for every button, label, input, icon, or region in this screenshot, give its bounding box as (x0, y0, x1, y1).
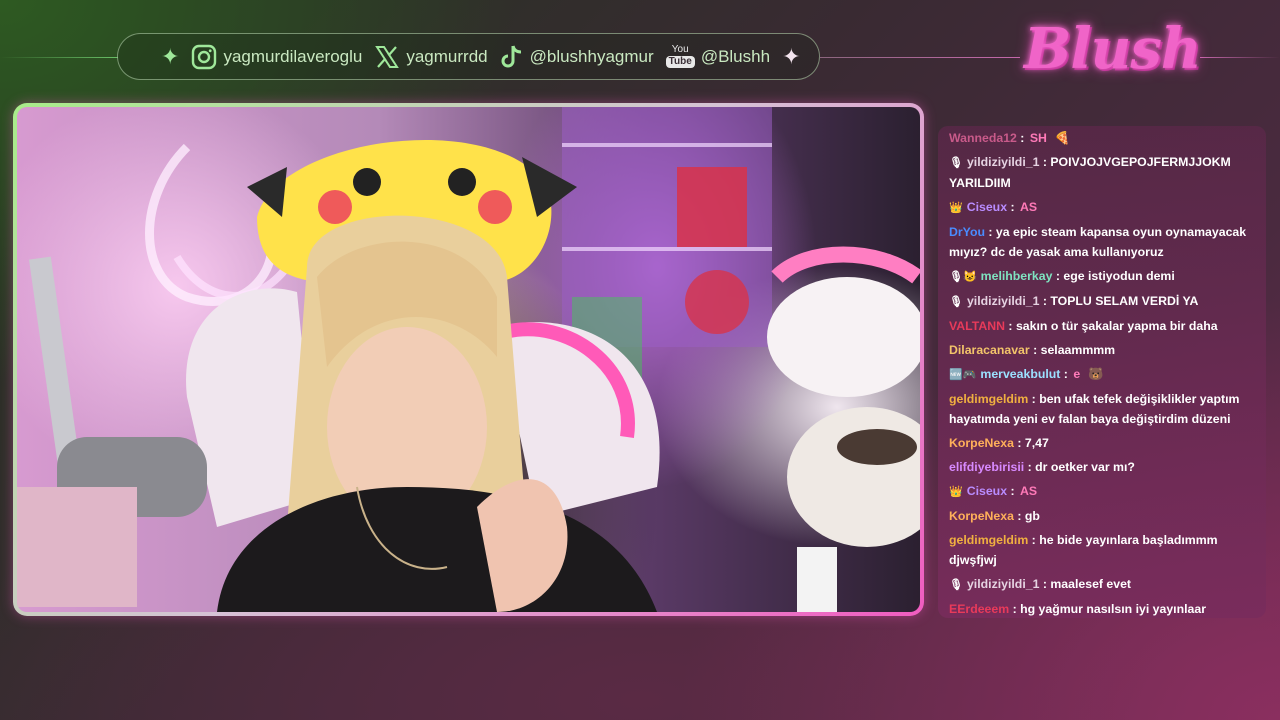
decorative-line-left (0, 57, 118, 58)
chat-separator: : (1013, 509, 1025, 523)
chat-text: gb (1024, 509, 1040, 523)
chat-username[interactable]: Dilaracanavar (949, 343, 1030, 357)
chat-text: 7,47 (1024, 436, 1049, 450)
chat-badge-icon: 🎙 (949, 579, 963, 591)
chat-badge-icon: 🎙😺 (949, 271, 977, 283)
webcam-scene-illustration (17, 107, 920, 612)
youtube-handle: @Blushh (700, 46, 771, 66)
sparkle-icon: ✦ (161, 43, 180, 69)
chat-text: TOPLU SELAM VERDİ YA (1050, 294, 1199, 308)
chat-message: 🎙 yildiziyildi_1 : TOPLU SELAM VERDİ YA (949, 291, 1254, 312)
chat-username[interactable]: Ciseux (967, 484, 1007, 498)
chat-message: geldimgeldim : ben ufak tefek değişiklik… (949, 389, 1254, 429)
chat-username[interactable]: yildiziyildi_1 (967, 155, 1039, 169)
chat-emote-icon: 🍕 (1054, 131, 1071, 145)
chat-text: hg yağmur nasılsın iyi yayınlaar (1020, 602, 1206, 616)
chat-separator: : (984, 225, 996, 239)
chat-separator: : (1052, 269, 1064, 283)
chat-username[interactable]: VALTANN (949, 319, 1005, 333)
chat-username[interactable]: EErdeeem (949, 602, 1009, 616)
chat-emote-icon: e (1073, 367, 1081, 381)
decorative-line-middle (820, 57, 1020, 58)
chat-panel: Wanneda12 : SH 🍕 🎙 yildiziyildi_1 : POIVJOJ… (938, 126, 1266, 618)
chat-separator: : (1024, 460, 1036, 474)
chat-emote-icon: SH (1029, 131, 1047, 145)
social-x[interactable]: yagmurrdd (374, 44, 488, 70)
chat-message: 🎙 yildiziyildi_1 : POIVJOJVGEPOJFERMJJOKM… (949, 152, 1254, 193)
chat-emote-icon: AS (1019, 200, 1038, 214)
chat-separator: : (1005, 319, 1016, 333)
social-youtube[interactable]: You Tube @Blushh (665, 44, 771, 68)
chat-badge-icon: 🎙 (949, 157, 963, 169)
chat-username[interactable]: DrYou (949, 225, 985, 239)
chat-separator: : (1007, 484, 1018, 498)
x-handle: yagmurrdd (406, 46, 488, 66)
x-logo-icon (375, 45, 400, 68)
chat-message: Dilaracanavar : selaammmm (949, 340, 1254, 360)
chat-message: 🎙😺 melihberkay : ege istiyodun demi (949, 266, 1254, 287)
decorative-line-right (1200, 57, 1280, 58)
chat-username[interactable]: KorpeNexa (949, 436, 1014, 450)
chat-text: dr oetker var mı? (1035, 460, 1135, 474)
chat-message: elifdiyebirisii : dr oetker var mı? (949, 457, 1254, 477)
chat-message: 👑 Ciseux : AS (949, 481, 1254, 502)
chat-message: geldimgeldim : he bide yayınlara başladı… (949, 530, 1254, 570)
chat-text: selaammmm (1040, 343, 1116, 357)
webcam-frame (13, 103, 924, 616)
chat-username[interactable]: yildiziyildi_1 (967, 577, 1039, 591)
chat-username[interactable]: KorpeNexa (949, 509, 1014, 523)
channel-logo: Blush (1024, 16, 1202, 82)
chat-username[interactable]: yildiziyildi_1 (967, 294, 1039, 308)
chat-separator: : (1013, 436, 1025, 450)
chat-username[interactable]: geldimgeldim (949, 533, 1028, 547)
instagram-handle: yagmurdilaveroglu (223, 46, 363, 66)
chat-message: Wanneda12 : SH 🍕 (949, 128, 1254, 148)
sparkle-icon: ✦ (782, 43, 801, 69)
chat-separator: : (1009, 602, 1021, 616)
chat-separator: : (1039, 294, 1051, 308)
chat-separator: : (1028, 533, 1040, 547)
social-links-bar: ✦ yagmurdilaveroglu yagmurrdd @blushhyag… (117, 33, 820, 80)
social-instagram[interactable]: yagmurdilaveroglu (191, 44, 362, 70)
chat-message: DrYou : ya epic steam kapansa oyun oynam… (949, 222, 1254, 262)
chat-username[interactable]: melihberkay (981, 269, 1053, 283)
chat-emote-icon: 🐻 (1088, 367, 1104, 381)
chat-message: 👑 Ciseux : AS (949, 197, 1254, 218)
chat-text: maalesef evet (1050, 577, 1132, 591)
chat-username[interactable]: elifdiyebirisii (949, 460, 1024, 474)
chat-message: 🎙 yildiziyildi_1 : maalesef evet (949, 574, 1254, 595)
chat-badge-icon: 👑 (949, 202, 963, 214)
chat-message: KorpeNexa : gb (949, 506, 1254, 526)
youtube-icon: You Tube (665, 44, 695, 68)
chat-separator: : (1007, 200, 1018, 214)
chat-message: EErdeeem : hg yağmur nasılsın iyi yayınl… (949, 599, 1254, 618)
chat-emote-icon: AS (1019, 484, 1038, 498)
chat-message-list: Wanneda12 : SH 🍕 🎙 yildiziyildi_1 : POIVJOJ… (949, 128, 1254, 618)
youtube-logo-top-text: You (671, 44, 689, 55)
tiktok-icon (501, 45, 521, 67)
webcam-video (17, 107, 920, 612)
chat-separator: : (1016, 131, 1028, 145)
chat-username[interactable]: merveakbulut (980, 367, 1060, 381)
chat-separator: : (1060, 367, 1072, 381)
social-tiktok[interactable]: @blushhyagmur (500, 44, 654, 70)
chat-separator: : (1039, 155, 1051, 169)
chat-badge-icon: 🎙 (949, 296, 963, 308)
chat-text: ege istiyodun demi (1063, 269, 1175, 283)
tiktok-handle: @blushhyagmur (529, 46, 654, 66)
chat-username[interactable]: Wanneda12 (949, 131, 1017, 145)
chat-message: VALTANN : sakın o tür şakalar yapma bir … (949, 316, 1254, 336)
chat-badge-icon: 🆕🎮 (949, 369, 977, 381)
chat-username[interactable]: Ciseux (967, 200, 1007, 214)
chat-separator: : (1028, 392, 1040, 406)
chat-message: 🆕🎮 merveakbulut : e 🐻 (949, 364, 1254, 385)
chat-badge-icon: 👑 (949, 486, 963, 498)
instagram-icon (192, 44, 217, 69)
youtube-logo-bottom-text: Tube (665, 56, 695, 68)
chat-separator: : (1039, 577, 1051, 591)
chat-message: KorpeNexa : 7,47 (949, 433, 1254, 453)
chat-username[interactable]: geldimgeldim (949, 392, 1028, 406)
chat-text: sakın o tür şakalar yapma bir daha (1015, 319, 1218, 333)
chat-separator: : (1029, 343, 1041, 357)
